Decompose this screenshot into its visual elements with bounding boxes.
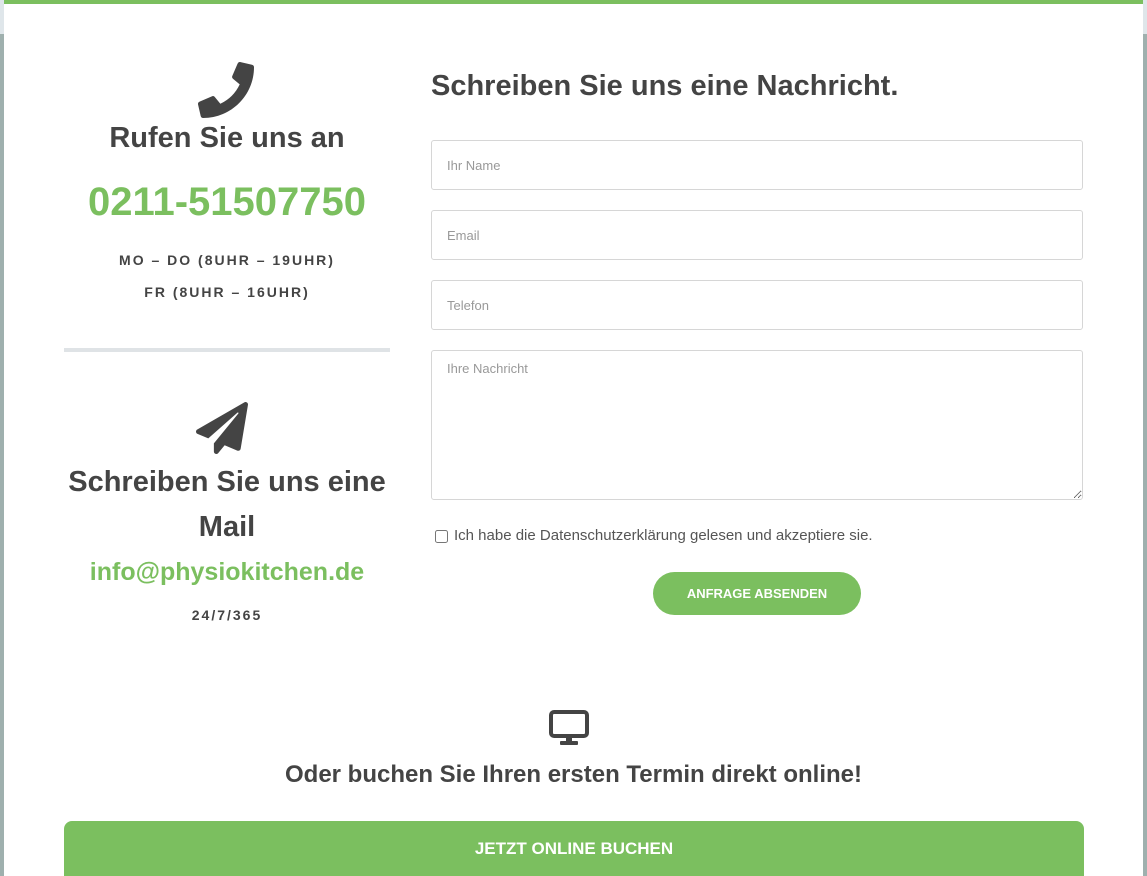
monitor-icon [549,710,589,745]
right-frame-top [1143,0,1147,34]
mail-availability: 24/7/365 [191,607,263,623]
book-online-button[interactable]: JETZT ONLINE BUCHEN [64,821,1084,876]
privacy-consent[interactable]: Ich habe die Datenschutzerklärung gelese… [435,527,873,544]
phone-icon [198,62,254,118]
name-input[interactable] [431,140,1083,190]
privacy-consent-checkbox[interactable] [435,530,448,543]
call-title: Rufen Sie uns an [109,122,345,154]
opening-hours-friday: FR (8UHR – 16UHR) [144,284,310,300]
phone-number[interactable]: 0211-51507750 [64,180,390,225]
phone-input[interactable] [431,280,1083,330]
right-frame [1143,0,1147,876]
message-textarea[interactable] [431,350,1083,500]
mail-address-link[interactable]: info@physiokitchen.de [64,558,390,587]
booking-title: Oder buchen Sie Ihren ersten Termin dire… [284,761,862,788]
opening-hours-weekdays: MO – DO (8UHR – 19UHR) [119,252,335,268]
left-frame-top [0,0,4,34]
top-accent-bar [0,0,1147,4]
submit-request-button[interactable]: ANFRAGE ABSENDEN [653,572,861,615]
section-divider [64,348,390,352]
mail-title: Schreiben Sie uns eine Mail [68,466,386,543]
paper-plane-icon [196,402,248,454]
form-title: Schreiben Sie uns eine Nachricht. [431,70,899,102]
privacy-consent-label: Ich habe die Datenschutzerklärung gelese… [454,527,873,544]
left-frame [0,0,4,876]
email-input[interactable] [431,210,1083,260]
